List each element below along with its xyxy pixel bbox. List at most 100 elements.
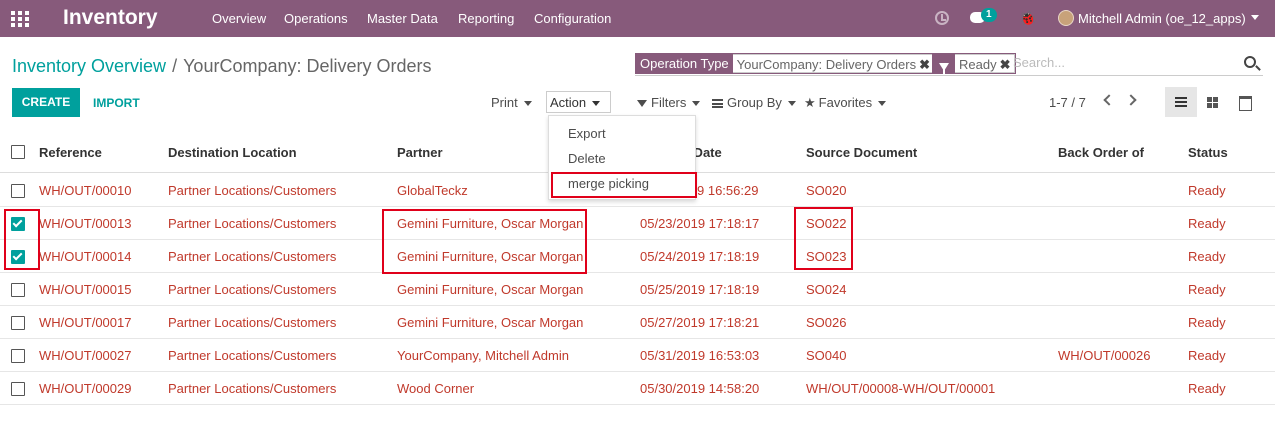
column-status[interactable]: Status xyxy=(1188,145,1228,160)
facet-value: Ready xyxy=(959,57,997,72)
column-partner[interactable]: Partner xyxy=(397,145,443,160)
facet-remove-icon[interactable]: ✖ xyxy=(919,57,930,72)
filters-dropdown[interactable]: Filters xyxy=(637,95,701,110)
caret-down-icon xyxy=(523,101,532,107)
cell-date: 05/23/2019 17:18:17 xyxy=(640,216,760,231)
breadcrumb-parent[interactable]: Inventory Overview xyxy=(12,56,166,76)
top-navbar: Inventory Overview Operations Master Dat… xyxy=(0,0,1275,37)
row-checkbox[interactable] xyxy=(11,382,25,396)
cell-status: Ready xyxy=(1188,348,1226,363)
menu-item-export[interactable]: Export xyxy=(568,126,606,141)
facet-label: Operation Type xyxy=(636,54,733,73)
menu-operations[interactable]: Operations xyxy=(284,11,348,26)
highlight-partners xyxy=(382,209,587,274)
cell-reference: WH/OUT/00027 xyxy=(39,348,132,363)
column-destination-location[interactable]: Destination Location xyxy=(168,145,297,160)
cell-partner: Wood Corner xyxy=(397,381,475,396)
favorites-label: Favorites xyxy=(818,95,873,110)
favorites-dropdown[interactable]: ★ Favorites xyxy=(804,95,887,111)
pager-next-icon[interactable] xyxy=(1125,94,1137,106)
kanban-view-button[interactable] xyxy=(1197,87,1229,117)
list-view-button[interactable] xyxy=(1165,87,1197,117)
menu-configuration[interactable]: Configuration xyxy=(534,11,611,26)
search-input[interactable] xyxy=(1013,55,1233,70)
caret-down-icon xyxy=(878,101,887,107)
pager-value[interactable]: 1-7 / 7 xyxy=(1049,95,1086,110)
row-checkbox[interactable] xyxy=(11,316,25,330)
search-icon[interactable] xyxy=(1244,56,1256,68)
select-all-checkbox[interactable] xyxy=(11,145,25,159)
star-icon: ★ xyxy=(804,95,816,110)
table-row[interactable]: WH/OUT/00029 Partner Locations/Customers… xyxy=(0,372,1275,405)
table-row[interactable]: WH/OUT/00017 Partner Locations/Customers… xyxy=(0,306,1275,339)
cell-destination: Partner Locations/Customers xyxy=(168,216,337,231)
table-row[interactable]: WH/OUT/00014 Partner Locations/Customers… xyxy=(0,240,1275,273)
table-row[interactable]: WH/OUT/00027 Partner Locations/Customers… xyxy=(0,339,1275,372)
column-source-document[interactable]: Source Document xyxy=(806,145,917,160)
action-dropdown[interactable]: Action xyxy=(546,91,611,113)
highlight-checkboxes xyxy=(4,209,40,270)
row-checkbox[interactable] xyxy=(11,184,25,198)
create-button[interactable]: CREATE xyxy=(12,88,80,117)
cell-source: SO026 xyxy=(806,315,847,330)
cell-status: Ready xyxy=(1188,315,1226,330)
facet-filter-ready[interactable]: Ready ✖ xyxy=(932,53,1017,75)
chat-count-badge: 1 xyxy=(981,8,997,22)
cell-date: 05/30/2019 14:58:20 xyxy=(640,381,760,396)
cell-reference: WH/OUT/00017 xyxy=(39,315,132,330)
search-bar: Operation Type YourCompany: Delivery Ord… xyxy=(635,52,1263,76)
breadcrumb: Inventory Overview / YourCompany: Delivery… xyxy=(12,56,432,77)
filters-label: Filters xyxy=(651,95,687,110)
caret-down-icon xyxy=(787,101,796,107)
import-button[interactable]: IMPORT xyxy=(93,96,140,110)
cell-partner: YourCompany, Mitchell Admin xyxy=(397,348,569,363)
menu-overview[interactable]: Overview xyxy=(212,11,266,26)
menu-item-delete[interactable]: Delete xyxy=(568,151,606,166)
cell-partner: Gemini Furniture, Oscar Morgan xyxy=(397,315,584,330)
user-chevron-down-icon[interactable] xyxy=(1251,15,1259,20)
cell-date: 05/31/2019 16:53:03 xyxy=(640,348,760,363)
group-by-dropdown[interactable]: Group By xyxy=(712,95,796,110)
caret-down-icon xyxy=(592,101,601,107)
row-checkbox[interactable] xyxy=(11,283,25,297)
cell-source: SO040 xyxy=(806,348,847,363)
apps-grid-icon[interactable] xyxy=(11,11,29,27)
cell-reference: WH/OUT/00029 xyxy=(39,381,132,396)
debug-bug-icon[interactable]: 🐞 xyxy=(1019,10,1036,27)
table-row[interactable]: WH/OUT/00015 Partner Locations/Customers… xyxy=(0,273,1275,306)
activity-clock-icon[interactable] xyxy=(935,11,949,25)
cell-reference: WH/OUT/00010 xyxy=(39,183,132,198)
cell-reference: WH/OUT/00013 xyxy=(39,216,132,231)
avatar[interactable] xyxy=(1058,10,1074,26)
facet-operation-type[interactable]: Operation Type YourCompany: Delivery Ord… xyxy=(635,53,936,74)
cell-date: 05/24/2019 17:18:19 xyxy=(640,249,760,264)
cell-date: 05/27/2019 17:18:21 xyxy=(640,315,760,330)
cell-destination: Partner Locations/Customers xyxy=(168,282,337,297)
menu-master-data[interactable]: Master Data xyxy=(367,11,438,26)
user-menu-name[interactable]: Mitchell Admin (oe_12_apps) xyxy=(1078,11,1246,26)
table-row[interactable]: WH/OUT/00013 Partner Locations/Customers… xyxy=(0,207,1275,240)
cell-status: Ready xyxy=(1188,381,1226,396)
breadcrumb-separator: / xyxy=(172,56,178,76)
column-reference[interactable]: Reference xyxy=(39,145,102,160)
facet-remove-icon[interactable]: ✖ xyxy=(1000,57,1011,72)
cell-destination: Partner Locations/Customers xyxy=(168,348,337,363)
cell-destination: Partner Locations/Customers xyxy=(168,315,337,330)
print-label: Print xyxy=(491,95,518,110)
group-by-label: Group By xyxy=(727,95,782,110)
cell-status: Ready xyxy=(1188,282,1226,297)
cell-backorder: WH/OUT/00026 xyxy=(1058,348,1151,363)
print-dropdown[interactable]: Print xyxy=(491,95,532,110)
highlight-merge-picking xyxy=(551,172,697,198)
app-title[interactable]: Inventory xyxy=(63,6,158,30)
column-back-order-of[interactable]: Back Order of xyxy=(1058,145,1144,160)
cell-destination: Partner Locations/Customers xyxy=(168,381,337,396)
highlight-source-documents xyxy=(794,207,853,270)
filter-icon xyxy=(637,100,647,108)
cell-source: SO020 xyxy=(806,183,847,198)
pager-previous-icon[interactable] xyxy=(1103,94,1115,106)
cell-status: Ready xyxy=(1188,249,1226,264)
calendar-view-button[interactable] xyxy=(1229,87,1261,117)
menu-reporting[interactable]: Reporting xyxy=(458,11,514,26)
row-checkbox[interactable] xyxy=(11,349,25,363)
